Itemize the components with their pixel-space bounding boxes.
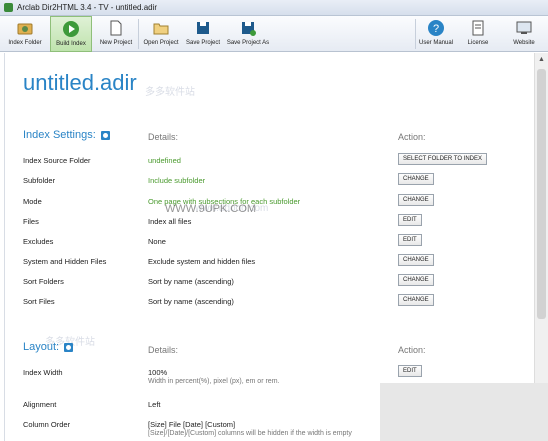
setting-row-sort-files: Sort Files Sort by name (ascending) CHAN…	[23, 292, 523, 312]
toolbar: Index Folder Build Index New Project Ope…	[0, 16, 548, 52]
setting-row-sort-folders: Sort Folders Sort by name (ascending) CH…	[23, 272, 523, 292]
open-project-button[interactable]: Open Project	[142, 16, 180, 52]
edit-files-button[interactable]: EDIT	[398, 214, 422, 226]
setting-row-system-hidden-files: System and Hidden Files Exclude system a…	[23, 252, 523, 272]
svg-text:?: ?	[433, 23, 439, 35]
details-column-header: Details:	[148, 345, 179, 355]
save-project-as-button[interactable]: Save Project As	[226, 16, 270, 52]
watermark-overlay	[380, 383, 548, 441]
new-document-icon	[110, 20, 122, 36]
toolbar-separator	[138, 19, 139, 49]
setting-row-mode: Mode One page with subsections for each …	[23, 192, 523, 212]
action-column-header: Action:	[398, 345, 426, 355]
layout-heading: Layout:	[23, 341, 74, 353]
open-folder-icon	[153, 23, 169, 35]
setting-row-excludes: Excludes None EDIT	[23, 232, 523, 252]
toolbar-separator	[415, 19, 416, 49]
edit-index-width-button[interactable]: EDIT	[398, 365, 422, 377]
watermark: 多多软件站	[145, 87, 195, 98]
action-column-header: Action:	[398, 132, 426, 142]
globe-icon	[516, 21, 532, 34]
edit-excludes-button[interactable]: EDIT	[398, 234, 422, 246]
index-settings-heading: Index Settings:	[23, 129, 110, 141]
save-project-button[interactable]: Save Project	[184, 16, 222, 52]
license-button[interactable]: License	[460, 16, 496, 52]
help-icon: ?	[428, 20, 444, 36]
new-project-button[interactable]: New Project	[96, 16, 136, 52]
scroll-up-arrow-icon[interactable]: ▲	[535, 53, 548, 66]
build-index-button[interactable]: Build Index	[50, 16, 92, 52]
page-title: untitled.adir	[23, 70, 137, 95]
select-folder-button[interactable]: SELECT FOLDER TO INDEX	[398, 153, 488, 165]
index-folder-icon	[17, 23, 33, 35]
change-mode-button[interactable]: CHANGE	[398, 194, 434, 206]
index-folder-button[interactable]: Index Folder	[2, 16, 48, 52]
change-subfolder-button[interactable]: CHANGE	[398, 173, 434, 185]
settings-icon[interactable]	[100, 130, 110, 140]
play-icon	[63, 21, 79, 37]
settings-icon[interactable]	[64, 342, 74, 352]
title-bar: Arclab Dir2HTML 3.4 - TV - untitled.adir	[0, 0, 548, 16]
window-title: Arclab Dir2HTML 3.4 - TV - untitled.adir	[17, 3, 158, 12]
app-icon	[4, 3, 13, 12]
setting-row-files: Files Index all files EDIT	[23, 212, 523, 232]
save-as-icon	[242, 22, 256, 36]
details-column-header: Details:	[148, 132, 179, 142]
user-manual-button[interactable]: ? User Manual	[418, 16, 454, 52]
setting-row-subfolder: Subfolder Include subfolder CHANGE	[23, 171, 523, 191]
license-icon	[472, 20, 484, 36]
setting-row-index-source-folder: Index Source Folder undefined SELECT FOL…	[23, 151, 523, 171]
change-sort-files-button[interactable]: CHANGE	[398, 294, 434, 306]
scrollbar-thumb[interactable]	[537, 69, 546, 319]
watermark: WWW.9UPK.COM	[165, 203, 257, 215]
change-hidden-files-button[interactable]: CHANGE	[398, 254, 434, 266]
change-sort-folders-button[interactable]: CHANGE	[398, 274, 434, 286]
website-button[interactable]: Website	[504, 16, 544, 52]
floppy-disk-icon	[197, 22, 209, 34]
